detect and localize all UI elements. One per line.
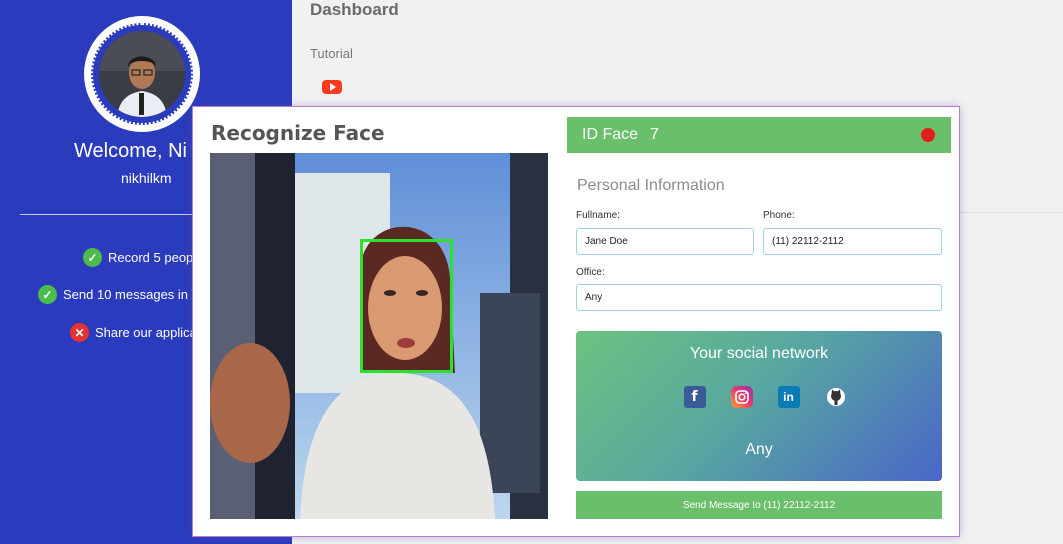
fullname-field[interactable] bbox=[576, 228, 754, 255]
facebook-icon[interactable]: f bbox=[683, 386, 706, 408]
username: nikhilkm bbox=[121, 170, 172, 186]
linkedin-icon[interactable]: in bbox=[777, 386, 800, 408]
social-title: Your social network bbox=[689, 345, 829, 362]
office-field[interactable] bbox=[576, 284, 942, 311]
page-title: Dashboard bbox=[310, 0, 399, 19]
social-network-panel: Your social network f in Any bbox=[576, 331, 942, 481]
task-label: Record 5 peop bbox=[108, 250, 194, 265]
id-face-value: 7 bbox=[650, 126, 659, 143]
task-item: ✕ Share our applica bbox=[70, 323, 197, 342]
send-message-button[interactable]: Send Message to (11) 22112-2112 bbox=[576, 491, 942, 519]
task-label: Send 10 messages in V bbox=[63, 287, 201, 302]
phone-field[interactable] bbox=[763, 228, 942, 255]
recognize-face-modal: Recognize Face ID Face 7 Personal Inform… bbox=[192, 106, 960, 537]
instagram-icon[interactable] bbox=[730, 386, 753, 408]
id-face-label: ID Face bbox=[582, 126, 639, 143]
check-circle-icon: ✓ bbox=[83, 248, 102, 267]
tutorial-label: Tutorial bbox=[310, 46, 353, 61]
x-circle-icon: ✕ bbox=[70, 323, 89, 342]
record-indicator-icon bbox=[921, 128, 935, 142]
check-circle-icon: ✓ bbox=[38, 285, 57, 304]
phone-label: Phone: bbox=[763, 210, 795, 221]
github-icon[interactable] bbox=[825, 386, 847, 408]
welcome-text: Welcome, Ni bbox=[74, 140, 187, 162]
face-detection-box bbox=[360, 239, 453, 373]
task-item: ✓ Send 10 messages in V bbox=[38, 285, 200, 304]
task-label: Share our applica bbox=[95, 325, 197, 340]
avatar-photo bbox=[99, 31, 185, 117]
social-value: Any bbox=[745, 441, 773, 458]
office-label: Office: bbox=[576, 267, 605, 278]
fullname-label: Fullname: bbox=[576, 210, 620, 221]
divider bbox=[960, 212, 1063, 213]
modal-title: Recognize Face bbox=[211, 121, 385, 145]
youtube-icon[interactable] bbox=[322, 80, 342, 94]
camera-feed bbox=[210, 153, 548, 519]
task-item: ✓ Record 5 peop bbox=[83, 248, 193, 267]
section-title: Personal Information bbox=[577, 177, 725, 194]
id-face-header: ID Face 7 bbox=[567, 117, 951, 153]
avatar[interactable] bbox=[84, 16, 200, 132]
